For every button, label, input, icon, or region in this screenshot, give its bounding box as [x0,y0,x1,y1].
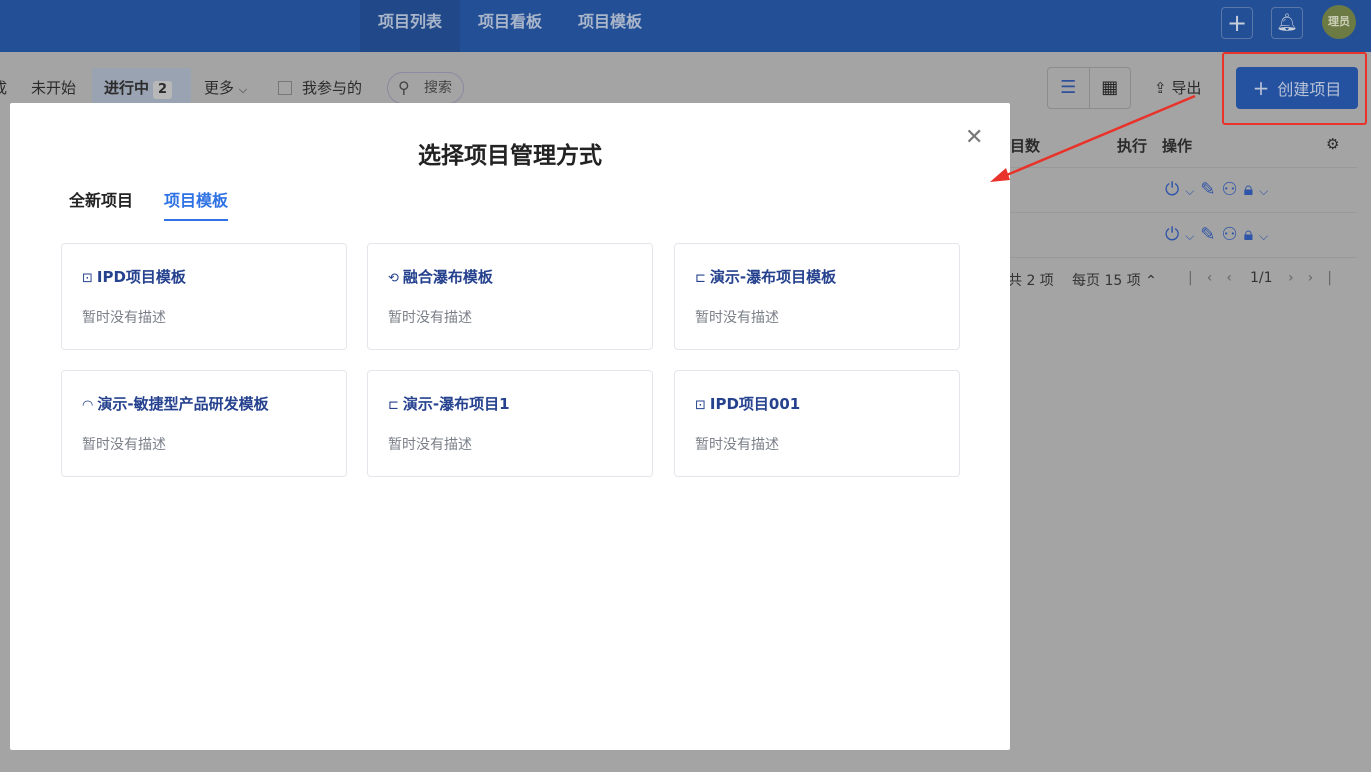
tab-in-progress[interactable]: 进行中 2 [92,68,191,108]
checkbox-label: 我参与的 [302,79,363,97]
plus-icon: + [1226,9,1248,37]
waterfall-icon: ⊏ [388,398,399,413]
power-icon[interactable]: ⏻ [1165,224,1185,245]
more-label: 更多 [204,79,235,97]
template-card[interactable]: ⊡ IPD项目001 暂时没有描述 [674,370,960,477]
template-name: 融合瀑布模板 [402,268,493,286]
export-icon: ⇪ [1154,79,1167,97]
lock-icon[interactable]: 🔒︎ [1244,224,1260,245]
lock-icon[interactable]: 🔒︎ [1244,179,1260,200]
pagination-nav-next[interactable]: ››| [1288,270,1346,286]
divider [1010,257,1357,258]
template-name: 演示-敏捷型产品研发模板 [97,395,269,413]
template-description: 暂时没有描述 [82,437,166,453]
first-page-icon[interactable]: |‹ [1188,270,1226,286]
next-page-icon[interactable]: › [1288,270,1308,286]
column-header-ops: 操作 [1162,137,1193,155]
row-actions[interactable]: ⏻⌵✎⚇🔒︎⌵ [1165,179,1274,200]
template-description: 暂时没有描述 [82,310,166,326]
template-name: IPD项目001 [709,395,801,413]
template-description: 暂时没有描述 [695,310,779,326]
template-description: 暂时没有描述 [388,437,472,453]
edit-icon[interactable]: ✎ [1200,224,1221,245]
export-button[interactable]: ⇪ 导出 [1154,68,1201,108]
mine-checkbox[interactable]: 我参与的 [278,68,362,108]
search-input[interactable]: ⚲ 搜索 [387,72,464,104]
tab-partial[interactable]: 成 [0,68,7,108]
nav-tab-project-board[interactable]: 项目看板 [460,0,560,52]
members-icon[interactable]: ⚇ [1221,179,1243,200]
bell-icon: 🔔︎ [1276,13,1298,33]
agile-icon: ◠ [82,398,94,413]
tab-label: 进行中 [104,79,150,97]
divider [1010,212,1357,213]
divider [1010,167,1357,168]
template-card[interactable]: ⟲ 融合瀑布模板暂时没有描述 [367,243,653,350]
page-indicator: 1/1 [1250,270,1273,286]
waterfall-icon: ⊏ [695,271,706,286]
column-header-exec: 执行 [1117,137,1148,155]
more-dropdown[interactable]: 更多 ⌵ [204,68,247,108]
total-count: 共 2 项 [1008,273,1054,289]
list-view-icon[interactable]: ☰ [1048,68,1089,108]
page-size-select[interactable]: 每页 15 项 ⌃ [1072,270,1157,290]
template-title: ⟲ 融合瀑布模板 [388,266,493,287]
search-placeholder: 搜索 [424,80,452,96]
template-name: IPD项目模板 [96,268,186,286]
search-icon: ⚲ [398,78,410,97]
template-card[interactable]: ◠ 演示-敏捷型产品研发模板暂时没有描述 [61,370,347,477]
chevron-down-icon[interactable]: ⌵ [1259,229,1274,243]
chevron-down-icon: ⌵ [238,83,248,96]
chevron-down-icon[interactable]: ⌵ [1185,229,1200,243]
template-name: 演示-瀑布项目模板 [709,268,837,286]
nav-tab-project-templates[interactable]: 项目模板 [560,0,660,52]
template-title: ⊡ IPD项目001 [695,393,800,414]
tab-project-template[interactable]: 项目模板 [164,187,229,221]
ipd-icon: ⊡ [695,398,706,413]
column-settings-icon[interactable]: ⚙ [1326,135,1339,153]
template-name: 演示-瀑布项目1 [402,395,510,413]
pagination-nav[interactable]: |‹‹ [1188,270,1246,286]
template-title: ⊏ 演示-瀑布项目1 [388,393,510,414]
template-description: 暂时没有描述 [695,437,779,453]
view-switch: ☰ ▦ [1047,67,1131,109]
edit-icon[interactable]: ✎ [1200,179,1221,200]
tab-not-started[interactable]: 未开始 [31,68,76,108]
template-title: ⊡ IPD项目模板 [82,266,186,287]
checkbox-icon [278,81,292,95]
template-title: ⊏ 演示-瀑布项目模板 [695,266,836,287]
template-title: ◠ 演示-敏捷型产品研发模板 [82,393,269,414]
prev-page-icon[interactable]: ‹ [1226,270,1246,286]
ipd-icon: ⊡ [82,271,93,286]
close-icon[interactable]: ✕ [965,125,983,150]
select-project-mode-dialog: 选择项目管理方式 ✕ 全新项目 项目模板 ⊡ IPD项目模板 暂时没有描述 ⟲ 融合瀑布… [10,103,1010,750]
grid-view-icon[interactable]: ▦ [1088,68,1131,108]
top-nav: 项目列表 项目看板 项目模板 + 🔔︎ 理员 [0,0,1371,52]
add-button[interactable]: + [1221,7,1253,39]
row-actions[interactable]: ⏻⌵✎⚇🔒︎⌵ [1165,224,1274,245]
page-size-label: 每页 15 项 [1072,273,1141,289]
chevron-down-icon[interactable]: ⌵ [1259,184,1274,198]
annotation-highlight-box [1222,52,1367,125]
template-card[interactable]: ⊏ 演示-瀑布项目模板暂时没有描述 [674,243,960,350]
chevron-up-icon: ⌃ [1145,273,1157,289]
chevron-down-icon[interactable]: ⌵ [1185,184,1200,198]
power-icon[interactable]: ⏻ [1165,179,1185,200]
template-description: 暂时没有描述 [388,310,472,326]
dialog-title: 选择项目管理方式 [418,143,602,169]
template-card[interactable]: ⊏ 演示-瀑布项目1 暂时没有描述 [367,370,653,477]
export-label: 导出 [1171,79,1202,97]
last-page-icon[interactable]: ›| [1308,270,1346,286]
column-header-count: 目数 [1010,137,1041,155]
members-icon[interactable]: ⚇ [1221,224,1243,245]
notifications-button[interactable]: 🔔︎ [1271,7,1303,39]
tab-new-project[interactable]: 全新项目 [69,187,133,211]
hybrid-waterfall-icon: ⟲ [388,271,399,286]
count-badge: 2 [153,81,173,99]
nav-tab-project-list[interactable]: 项目列表 [360,0,460,52]
template-card[interactable]: ⊡ IPD项目模板暂时没有描述 [61,243,347,350]
avatar[interactable]: 理员 [1322,5,1356,39]
